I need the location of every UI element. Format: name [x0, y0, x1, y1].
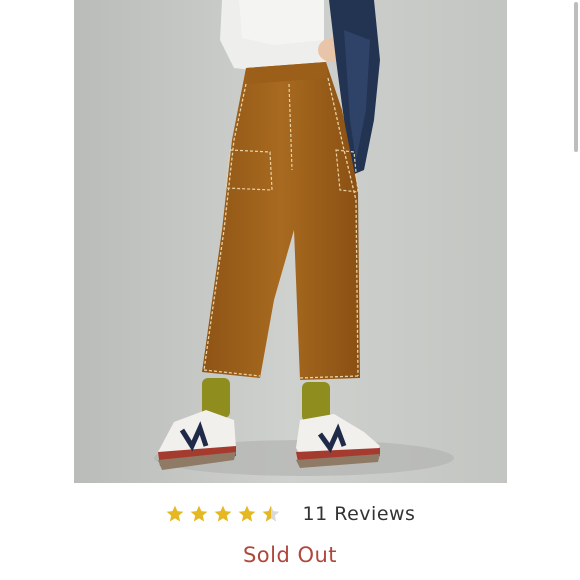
- product-image[interactable]: [74, 0, 507, 483]
- scrollbar-thumb[interactable]: [574, 2, 578, 152]
- rating-row[interactable]: 11 Reviews: [0, 498, 580, 530]
- scrollbar[interactable]: [572, 0, 580, 580]
- star-icon: [238, 505, 255, 522]
- reviews-count-link[interactable]: 11 Reviews: [303, 503, 416, 525]
- product-photo-illustration: [74, 0, 507, 483]
- star-icon: [166, 505, 183, 522]
- product-page: 11 Reviews Sold Out: [0, 0, 580, 580]
- star-icon: [190, 505, 207, 522]
- star-rating: [165, 504, 285, 524]
- half-star-icon: [262, 505, 279, 522]
- sold-out-status: Sold Out: [242, 543, 338, 567]
- star-icon: [214, 505, 231, 522]
